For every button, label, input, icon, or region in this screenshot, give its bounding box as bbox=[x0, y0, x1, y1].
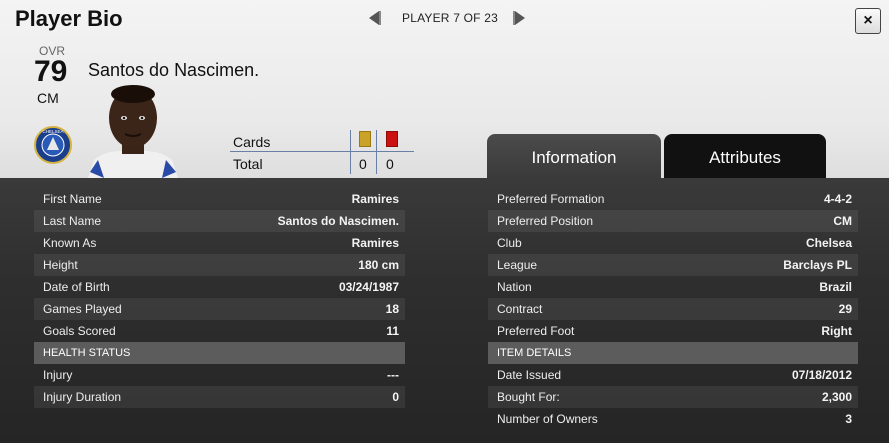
field-label: Injury Duration bbox=[43, 390, 122, 404]
field-value: Ramires bbox=[351, 192, 399, 206]
field-value: 03/24/1987 bbox=[338, 280, 399, 294]
field-value: Right bbox=[821, 324, 852, 338]
cards-label: Cards bbox=[233, 134, 271, 150]
info-row-injury-duration: Injury Duration 0 bbox=[34, 386, 405, 408]
next-player-arrow-icon[interactable] bbox=[510, 9, 528, 27]
red-card-icon bbox=[386, 131, 398, 147]
close-button[interactable]: × bbox=[855, 8, 881, 34]
badge-text: CHELSEA bbox=[42, 129, 63, 134]
field-label: Preferred Foot bbox=[497, 324, 575, 338]
info-row-first-name: First Name Ramires bbox=[34, 188, 405, 210]
field-label: League bbox=[497, 258, 538, 272]
info-row-league: League Barclays PL bbox=[488, 254, 858, 276]
field-label: Preferred Formation bbox=[497, 192, 605, 206]
info-row-preferred-foot: Preferred Foot Right bbox=[488, 320, 858, 342]
field-value: 0 bbox=[392, 390, 399, 404]
club-details-list: Preferred Formation 4-4-2 Preferred Posit… bbox=[488, 188, 858, 430]
information-panel: First Name Ramires Last Name Santos do Nas… bbox=[0, 178, 889, 443]
field-value: Barclays PL bbox=[783, 258, 852, 272]
info-row-goals-scored: Goals Scored 11 bbox=[34, 320, 405, 342]
player-navigator: PLAYER 7 OF 23 bbox=[366, 8, 528, 28]
info-row-nation: Nation Brazil bbox=[488, 276, 858, 298]
info-row-date-issued: Date Issued 07/18/2012 bbox=[488, 364, 858, 386]
field-label: Date Issued bbox=[497, 368, 562, 382]
info-row-known-as: Known As Ramires bbox=[34, 232, 405, 254]
field-label: Known As bbox=[43, 236, 97, 250]
field-label: Bought For: bbox=[497, 390, 560, 404]
field-value: 07/18/2012 bbox=[791, 368, 852, 382]
field-value: Chelsea bbox=[805, 236, 852, 250]
health-status-header: HEALTH STATUS bbox=[34, 342, 405, 364]
info-row-height: Height 180 cm bbox=[34, 254, 405, 276]
field-value: 2,300 bbox=[821, 390, 852, 404]
cards-table: Cards Total 0 0 bbox=[230, 128, 414, 176]
info-row-number-of-owners: Number of Owners 3 bbox=[488, 408, 858, 430]
info-row-last-name: Last Name Santos do Nascimen. bbox=[34, 210, 405, 232]
info-row-preferred-position: Preferred Position CM bbox=[488, 210, 858, 232]
field-value: 3 bbox=[845, 412, 852, 426]
field-label: Injury bbox=[43, 368, 73, 382]
player-count-label: PLAYER 7 OF 23 bbox=[402, 11, 498, 25]
field-label: ITEM DETAILS bbox=[497, 347, 572, 359]
field-label: Date of Birth bbox=[43, 280, 110, 294]
item-details-header: ITEM DETAILS bbox=[488, 342, 858, 364]
field-label: HEALTH STATUS bbox=[43, 347, 131, 359]
field-value: 4-4-2 bbox=[823, 192, 852, 206]
field-value: Ramires bbox=[351, 236, 399, 250]
field-value: --- bbox=[387, 368, 399, 382]
player-position: CM bbox=[37, 90, 59, 106]
info-row-preferred-formation: Preferred Formation 4-4-2 bbox=[488, 188, 858, 210]
field-value: 18 bbox=[385, 302, 399, 316]
field-label: Last Name bbox=[43, 214, 102, 228]
field-value: 11 bbox=[386, 324, 399, 338]
tab-attributes[interactable]: Attributes bbox=[664, 134, 826, 178]
field-label: Goals Scored bbox=[43, 324, 116, 338]
info-row-club: Club Chelsea bbox=[488, 232, 858, 254]
cards-divider bbox=[230, 151, 414, 152]
field-value: CM bbox=[833, 214, 852, 228]
info-row-bought-for: Bought For: 2,300 bbox=[488, 386, 858, 408]
field-label: Preferred Position bbox=[497, 214, 594, 228]
red-card-count: 0 bbox=[386, 156, 394, 172]
player-header-panel: Player Bio PLAYER 7 OF 23 × OVR 79 CM Sa… bbox=[0, 0, 889, 178]
player-photo bbox=[88, 85, 178, 178]
cards-total-label: Total bbox=[233, 156, 263, 172]
field-label: Club bbox=[497, 236, 522, 250]
yellow-card-icon bbox=[359, 131, 371, 147]
field-value: 180 cm bbox=[358, 258, 399, 272]
tab-information[interactable]: Information bbox=[487, 134, 661, 178]
page-title: Player Bio bbox=[15, 6, 123, 31]
field-label: Contract bbox=[497, 302, 543, 316]
field-label: Games Played bbox=[43, 302, 122, 316]
info-row-contract: Contract 29 bbox=[488, 298, 858, 320]
info-row-date-of-birth: Date of Birth 03/24/1987 bbox=[34, 276, 405, 298]
info-row-injury: Injury --- bbox=[34, 364, 405, 386]
ovr-rating: 79 bbox=[34, 55, 68, 88]
player-name: Santos do Nascimen. bbox=[88, 60, 260, 80]
cards-divider-vertical bbox=[376, 130, 377, 174]
player-details-list: First Name Ramires Last Name Santos do Nas… bbox=[34, 188, 405, 408]
field-value: 29 bbox=[838, 302, 852, 316]
field-label: Height bbox=[43, 258, 78, 272]
field-label: Number of Owners bbox=[497, 412, 598, 426]
club-badge-icon: CHELSEA bbox=[34, 126, 72, 164]
field-label: First Name bbox=[43, 192, 102, 206]
field-value: Santos do Nascimen. bbox=[277, 214, 399, 228]
previous-player-arrow-icon[interactable] bbox=[366, 9, 384, 27]
yellow-card-count: 0 bbox=[359, 156, 367, 172]
info-row-games-played: Games Played 18 bbox=[34, 298, 405, 320]
field-label: Nation bbox=[497, 280, 532, 294]
cards-divider-vertical bbox=[350, 130, 351, 174]
field-value: Brazil bbox=[819, 280, 852, 294]
